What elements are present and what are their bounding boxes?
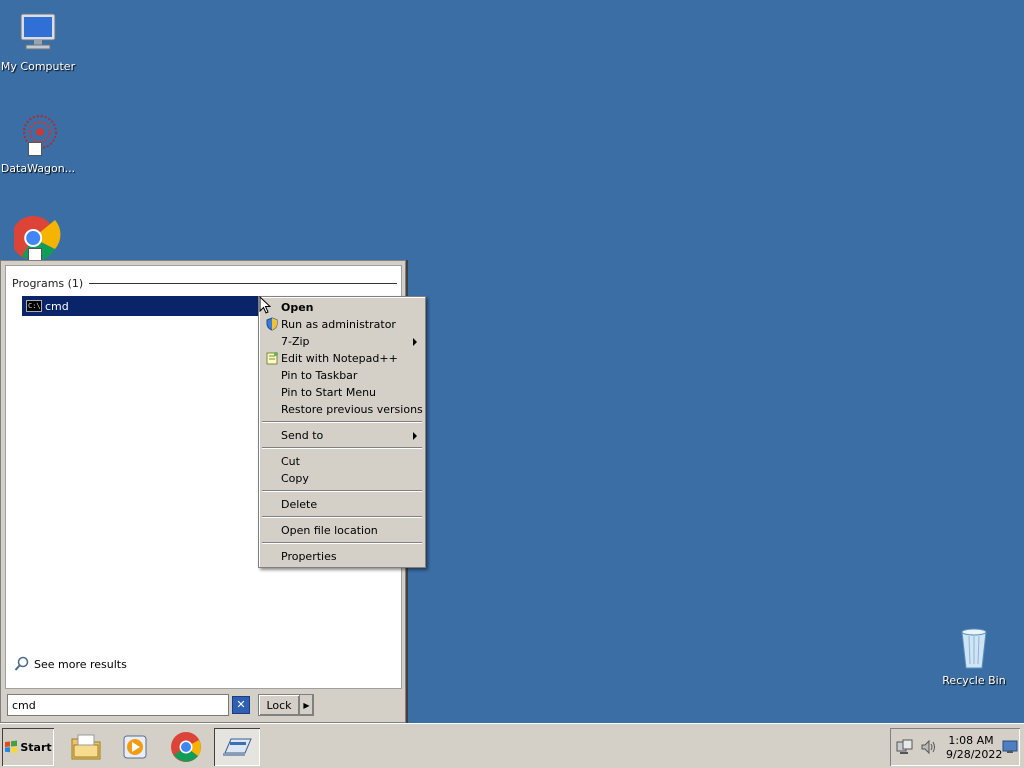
start-search-input[interactable] bbox=[7, 694, 229, 716]
show-desktop-icon[interactable] bbox=[1002, 740, 1018, 754]
start-search-row: ✕ Lock ▶ bbox=[5, 691, 402, 719]
menu-item-delete[interactable]: Delete bbox=[261, 496, 423, 513]
lock-options-button[interactable]: ▶ bbox=[300, 694, 314, 716]
menu-item-label: Pin to Taskbar bbox=[281, 369, 358, 382]
close-icon: ✕ bbox=[236, 698, 246, 711]
context-menu: Open Run as administrator 7-Zip Edit wit… bbox=[258, 296, 426, 568]
menu-item-label: Open file location bbox=[281, 524, 378, 537]
menu-item-label: Restore previous versions bbox=[281, 403, 423, 416]
start-button[interactable]: Start bbox=[2, 728, 54, 766]
clock-date: 9/28/2022 bbox=[946, 748, 1003, 761]
menu-item-open[interactable]: Open bbox=[261, 299, 423, 316]
menu-separator bbox=[262, 447, 422, 449]
menu-item-label: Send to bbox=[281, 429, 324, 442]
menu-item-edit-notepadpp[interactable]: Edit with Notepad++ bbox=[261, 350, 423, 367]
menu-item-label: Run as administrator bbox=[281, 318, 396, 331]
start-button-label: Start bbox=[20, 740, 52, 754]
network-icon[interactable] bbox=[896, 739, 914, 755]
taskbar-chrome-button[interactable] bbox=[166, 728, 206, 766]
shortcut-arrow-icon bbox=[28, 142, 42, 156]
desktop-icon-datawagon[interactable]: DataWagon... bbox=[0, 112, 76, 175]
volume-icon[interactable] bbox=[920, 739, 938, 755]
menu-separator bbox=[262, 516, 422, 518]
clock-time: 1:08 AM bbox=[948, 734, 994, 747]
menu-item-label: Open bbox=[281, 301, 314, 314]
menu-item-label: Pin to Start Menu bbox=[281, 386, 377, 399]
submenu-arrow-icon bbox=[413, 338, 417, 346]
shield-icon bbox=[266, 317, 278, 331]
program-item-label: cmd bbox=[45, 299, 69, 313]
programs-group-label: Programs (1) bbox=[12, 276, 84, 290]
windows-logo-icon bbox=[5, 740, 18, 753]
menu-item-7zip[interactable]: 7-Zip bbox=[261, 333, 423, 350]
taskbar-media-player-button[interactable] bbox=[116, 728, 156, 766]
menu-item-label: 7-Zip bbox=[281, 335, 310, 348]
server-manager-icon bbox=[223, 738, 252, 756]
menu-item-cut[interactable]: Cut bbox=[261, 453, 423, 470]
desktop-icon-label: Recycle Bin bbox=[942, 674, 1006, 687]
chrome-icon bbox=[11, 214, 62, 262]
notepadpp-icon bbox=[266, 352, 278, 365]
menu-item-label: Properties bbox=[281, 550, 337, 563]
menu-item-properties[interactable]: Properties bbox=[261, 548, 423, 565]
menu-item-label: Delete bbox=[281, 498, 318, 511]
taskbar-explorer-button[interactable] bbox=[66, 728, 106, 766]
menu-separator bbox=[262, 421, 422, 423]
desktop-icon-my-computer[interactable]: My Computer bbox=[0, 10, 76, 73]
menu-item-send-to[interactable]: Send to bbox=[261, 427, 423, 444]
chevron-right-icon: ▶ bbox=[303, 700, 310, 710]
see-more-label: See more results bbox=[34, 657, 127, 671]
taskbar-server-manager-button[interactable] bbox=[214, 728, 260, 766]
menu-item-restore-versions[interactable]: Restore previous versions bbox=[261, 401, 423, 418]
menu-separator bbox=[262, 542, 422, 544]
recycle-bin-icon bbox=[950, 624, 998, 672]
media-player-icon bbox=[123, 735, 147, 759]
menu-item-pin-start[interactable]: Pin to Start Menu bbox=[261, 384, 423, 401]
menu-item-label: Edit with Notepad++ bbox=[281, 352, 398, 365]
system-tray: 1:08 AM 9/28/2022 bbox=[890, 728, 1020, 766]
taskbar-clock[interactable]: 1:08 AM 9/28/2022 bbox=[946, 734, 1003, 762]
menu-item-pin-taskbar[interactable]: Pin to Taskbar bbox=[261, 367, 423, 384]
desktop-icon-label: DataWagon... bbox=[0, 162, 76, 175]
menu-item-copy[interactable]: Copy bbox=[261, 470, 423, 487]
desktop-icon-recycle-bin[interactable]: Recycle Bin bbox=[936, 624, 1012, 687]
datawagon-icon bbox=[14, 112, 62, 160]
cmd-icon: C:\ bbox=[26, 300, 42, 312]
search-icon bbox=[14, 656, 29, 671]
menu-item-open-file-location[interactable]: Open file location bbox=[261, 522, 423, 539]
computer-icon bbox=[14, 10, 62, 58]
chrome-icon bbox=[171, 732, 201, 762]
see-more-results-link[interactable]: See more results bbox=[14, 656, 127, 672]
menu-item-label: Copy bbox=[281, 472, 309, 485]
group-divider bbox=[89, 282, 397, 284]
programs-group-header: Programs (1) bbox=[12, 276, 397, 290]
menu-item-run-as-admin[interactable]: Run as administrator bbox=[261, 316, 423, 333]
submenu-arrow-icon bbox=[413, 432, 417, 440]
lock-button-label: Lock bbox=[266, 698, 292, 712]
clear-search-button[interactable]: ✕ bbox=[232, 696, 250, 714]
explorer-icon bbox=[71, 734, 101, 760]
menu-separator bbox=[262, 490, 422, 492]
desktop-icon-label: My Computer bbox=[0, 60, 76, 73]
mouse-cursor-icon bbox=[259, 296, 271, 314]
lock-button[interactable]: Lock bbox=[258, 694, 300, 716]
desktop-icon-chrome[interactable] bbox=[0, 214, 76, 264]
menu-item-label: Cut bbox=[281, 455, 300, 468]
taskbar: Start 1:08 AM 9/28/2022 bbox=[0, 723, 1024, 768]
